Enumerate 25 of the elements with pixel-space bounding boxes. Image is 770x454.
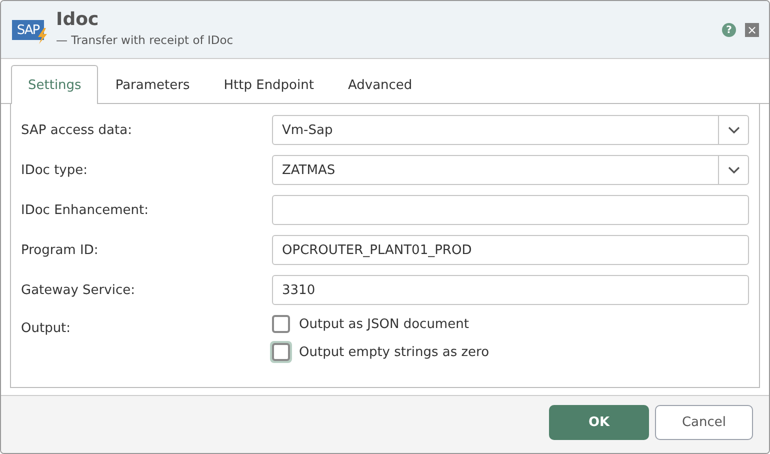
window-subtitle: — Transfer with receipt of IDoc xyxy=(56,33,234,47)
dropdown-field[interactable]: ZATMAS xyxy=(272,155,749,185)
cancel-button[interactable]: Cancel xyxy=(655,405,753,440)
checkbox-label: Output empty strings as zero xyxy=(299,344,490,360)
window-title: Idoc xyxy=(56,9,100,30)
ok-button[interactable]: OK xyxy=(549,405,649,440)
field-label: Gateway Service: xyxy=(21,282,136,298)
input-field[interactable] xyxy=(272,195,749,225)
chevron-down-icon xyxy=(728,166,740,174)
field-label: Output: xyxy=(21,320,72,338)
field-label: SAP access data: xyxy=(21,122,133,138)
chevron-down-icon xyxy=(728,126,740,134)
field-label: IDoc type: xyxy=(21,162,88,178)
dropdown-field[interactable]: Vm-Sap xyxy=(272,115,749,145)
checkbox-label: Output as JSON document xyxy=(299,316,469,332)
input-field[interactable]: OPCROUTER_PLANT01_PROD xyxy=(272,235,749,265)
tab[interactable]: Advanced xyxy=(330,65,430,104)
tab[interactable]: Parameters xyxy=(98,65,207,104)
field-label: IDoc Enhancement: xyxy=(21,202,150,218)
field-label: Program ID: xyxy=(21,242,100,258)
tab[interactable]: Settings xyxy=(11,65,98,104)
checkbox[interactable] xyxy=(272,315,290,333)
input-field[interactable]: 3310 xyxy=(272,275,749,305)
close-button[interactable]: × xyxy=(745,23,759,37)
tab[interactable]: Http Endpoint xyxy=(206,65,331,104)
